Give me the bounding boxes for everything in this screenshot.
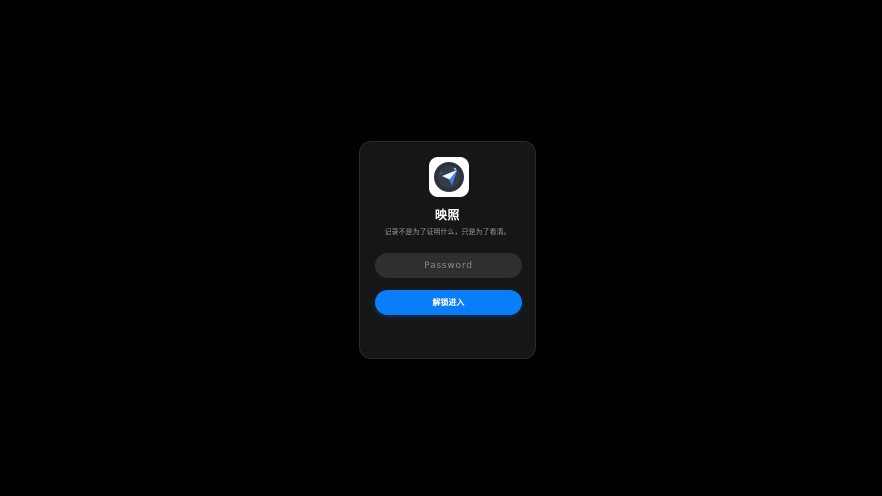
unlock-button[interactable]: 解锁进入 [375,290,522,315]
paper-plane-icon [434,162,464,192]
page: 映照 记录不是为了证明什么，只是为了看清。 解锁进入 [0,0,882,496]
app-subtitle: 记录不是为了证明什么，只是为了看清。 [384,228,511,236]
login-card: 映照 记录不是为了证明什么，只是为了看清。 解锁进入 [359,141,536,359]
password-input[interactable] [375,253,522,278]
app-title: 映照 [434,208,460,222]
app-icon [429,157,469,197]
